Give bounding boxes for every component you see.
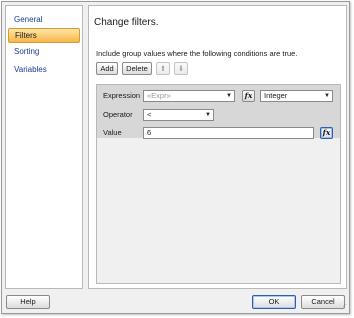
operator-dropdown[interactable]: < ▼ <box>143 109 214 121</box>
move-down-button[interactable]: ⬇ <box>174 62 188 75</box>
filter-panel: Expression «Expr» ▼ fx Integer ▼ Operato… <box>96 84 341 284</box>
help-button[interactable]: Help <box>6 295 50 309</box>
expression-fx-button[interactable]: fx <box>242 90 255 102</box>
value-field[interactable]: 6 <box>143 127 314 139</box>
expression-label: Expression <box>103 91 141 100</box>
instructions-text: Include group values where the following… <box>96 49 298 58</box>
ok-button[interactable]: OK <box>252 295 296 309</box>
move-up-button[interactable]: ⬆ <box>156 62 170 75</box>
delete-button[interactable]: Delete <box>122 62 152 75</box>
operator-label: Operator <box>103 110 133 119</box>
operator-value: < <box>147 110 152 119</box>
function-icon: fx <box>322 128 331 137</box>
value-fx-button[interactable]: fx <box>320 127 333 139</box>
resize-grip-icon[interactable]: ⋰ <box>340 304 347 311</box>
page-title: Change filters. <box>94 17 159 28</box>
expression-field[interactable]: «Expr» ▼ <box>143 90 235 102</box>
type-value: Integer <box>264 91 288 100</box>
main-content: Change filters. Include group values whe… <box>88 5 347 289</box>
sidebar-item-filters[interactable]: Filters <box>8 28 80 43</box>
sidebar-item-variables[interactable]: Variables <box>8 62 80 77</box>
filter-properties-dialog: General Filters Sorting Variables Change… <box>1 1 350 314</box>
cancel-button[interactable]: Cancel <box>301 295 345 309</box>
sidebar-item-general[interactable]: General <box>8 12 80 27</box>
value-text: 6 <box>147 128 152 137</box>
chevron-down-icon: ▼ <box>324 93 330 99</box>
expression-placeholder: «Expr» <box>147 91 171 100</box>
type-dropdown[interactable]: Integer ▼ <box>260 90 333 102</box>
arrow-up-icon: ⬆ <box>159 64 167 73</box>
sidebar: General Filters Sorting Variables <box>5 5 83 289</box>
sidebar-item-sorting[interactable]: Sorting <box>8 44 80 59</box>
function-icon: fx <box>244 91 253 100</box>
chevron-down-icon: ▼ <box>226 93 232 99</box>
arrow-down-icon: ⬇ <box>177 64 185 73</box>
add-button[interactable]: Add <box>96 62 118 75</box>
value-label: Value <box>103 128 122 137</box>
chevron-down-icon: ▼ <box>205 112 211 118</box>
